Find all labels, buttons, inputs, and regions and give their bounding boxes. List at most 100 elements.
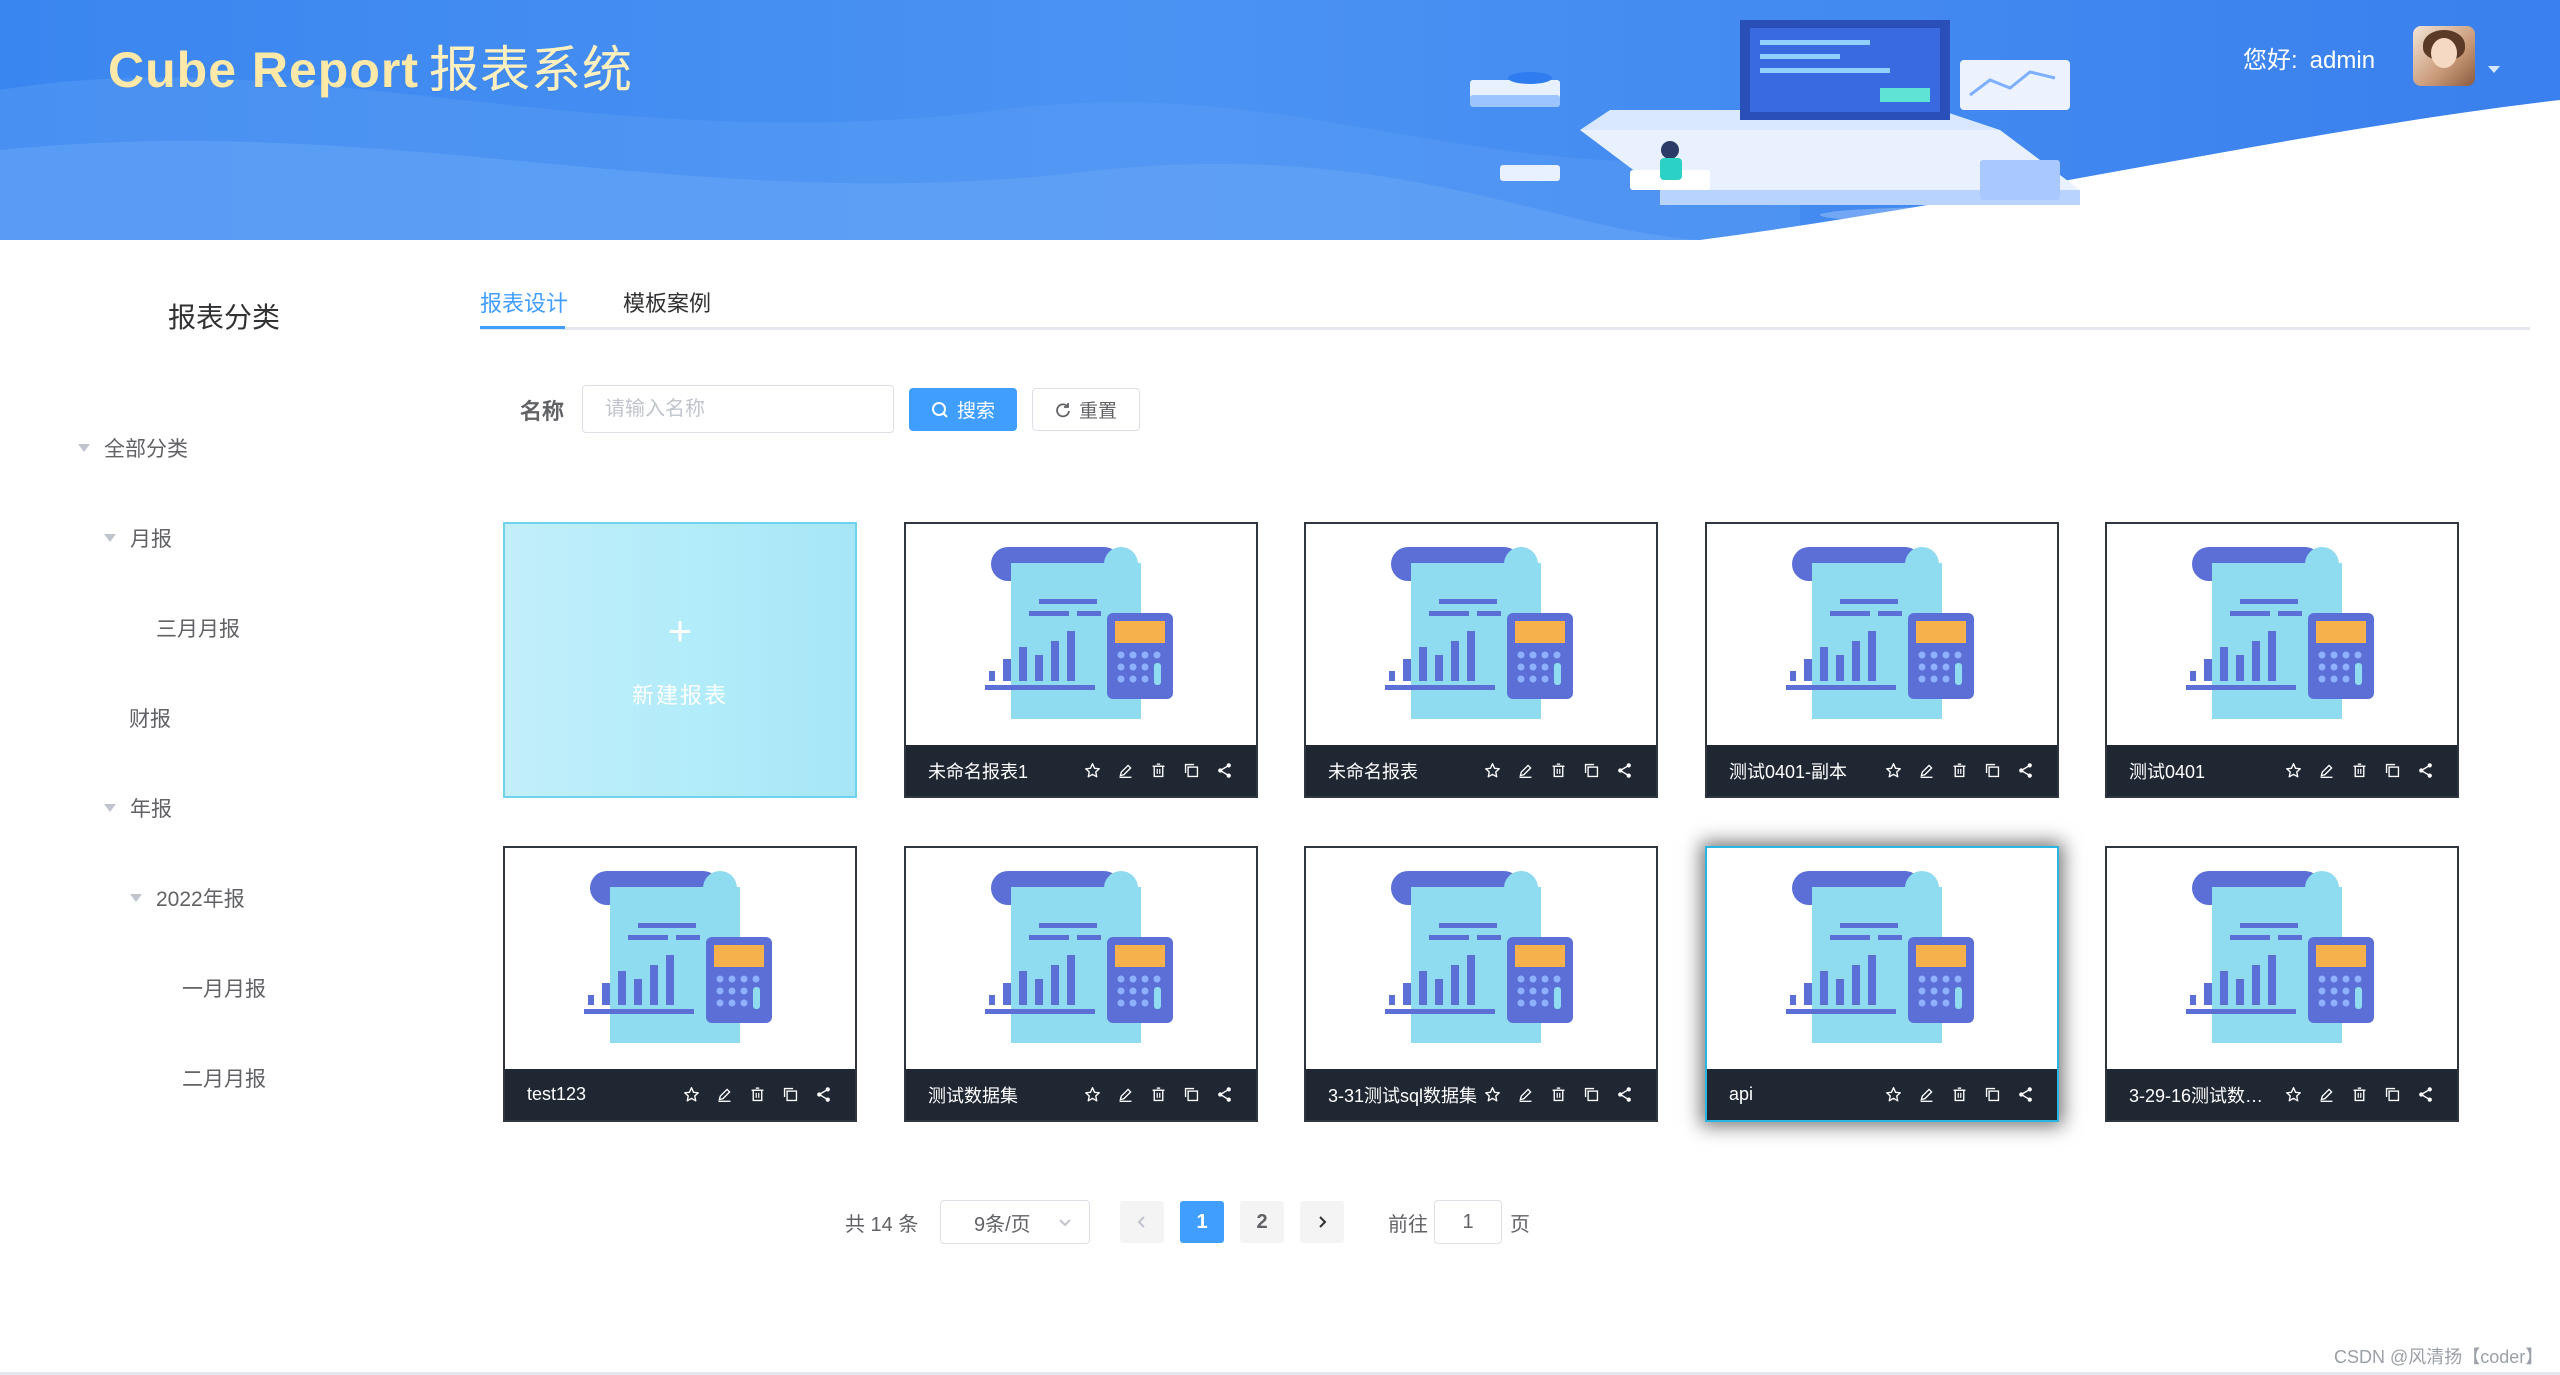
tree-node-finance[interactable]: 财报 [129,705,171,735]
edit-icon[interactable] [2317,761,2336,780]
report-name: api [1729,1084,1754,1104]
star-icon[interactable] [1483,761,1502,780]
avatar[interactable] [2413,26,2475,86]
report-thumbnail[interactable] [1707,848,2057,1069]
share-icon[interactable] [814,1085,833,1104]
next-page-button[interactable] [1300,1201,1344,1243]
report-card[interactable]: 未命名报表1 [904,522,1258,798]
delete-icon[interactable] [1149,761,1168,780]
caret-down-icon[interactable] [130,894,142,903]
report-thumbnail[interactable] [1306,524,1656,745]
plus-icon: + [667,607,693,654]
star-icon[interactable] [2284,1085,2303,1104]
tab-template-cases[interactable]: 模板案例 [623,286,711,318]
edit-icon[interactable] [1516,761,1535,780]
delete-icon[interactable] [1950,761,1969,780]
report-card-footer: 测试数据集 [906,1069,1256,1120]
report-thumbnail[interactable] [2107,848,2457,1069]
delete-icon[interactable] [2350,1085,2369,1104]
star-icon[interactable] [1884,761,1903,780]
tree-node-monthly[interactable]: 月报 [104,525,172,555]
share-icon[interactable] [1215,1085,1234,1104]
chevron-down-icon[interactable] [2488,66,2500,73]
share-icon[interactable] [2016,761,2035,780]
copy-icon[interactable] [1582,761,1601,780]
edit-icon[interactable] [1917,1085,1936,1104]
edit-icon[interactable] [2317,1085,2336,1104]
report-card[interactable]: 3-31测试sql数据集 [1304,846,1658,1122]
tree-node-label: 全部分类 [104,438,188,461]
delete-icon[interactable] [748,1085,767,1104]
new-report-card[interactable]: + 新建报表 [503,522,857,798]
star-icon[interactable] [1884,1085,1903,1104]
delete-icon[interactable] [1549,761,1568,780]
report-card[interactable]: test123 [503,846,857,1122]
copy-icon[interactable] [1182,1085,1201,1104]
star-icon[interactable] [1083,1085,1102,1104]
report-thumbnail[interactable] [505,848,855,1069]
copy-icon[interactable] [1983,761,2002,780]
tree-node-all[interactable]: 全部分类 [78,435,188,465]
edit-icon[interactable] [715,1085,734,1104]
page-button-2[interactable]: 2 [1240,1201,1284,1243]
delete-icon[interactable] [2350,761,2369,780]
copy-icon[interactable] [2383,1085,2402,1104]
caret-down-icon[interactable] [104,534,116,543]
share-icon[interactable] [2016,1085,2035,1104]
tree-node-march[interactable]: 三月月报 [156,615,240,645]
edit-icon[interactable] [1516,1085,1535,1104]
tree-node-february[interactable]: 二月月报 [182,1065,266,1095]
copy-icon[interactable] [1983,1085,2002,1104]
caret-down-icon[interactable] [104,804,116,813]
report-card[interactable]: api [1705,846,2059,1122]
report-thumbnail[interactable] [906,524,1256,745]
copy-icon[interactable] [1582,1085,1601,1104]
delete-icon[interactable] [1950,1085,1969,1104]
star-icon[interactable] [682,1085,701,1104]
tree-node-2022[interactable]: 2022年报 [130,885,245,915]
page-jump-input[interactable] [1434,1200,1502,1244]
report-thumbnail[interactable] [1707,524,2057,745]
delete-icon[interactable] [1549,1085,1568,1104]
report-thumbnail-icon [1786,870,1974,1043]
reset-button[interactable]: 重置 [1032,388,1140,431]
report-thumbnail[interactable] [906,848,1256,1069]
share-icon[interactable] [1615,1085,1634,1104]
share-icon[interactable] [2416,1085,2435,1104]
delete-icon[interactable] [1149,1085,1168,1104]
tab-report-design[interactable]: 报表设计 [480,286,568,318]
copy-icon[interactable] [781,1085,800,1104]
edit-icon[interactable] [1116,1085,1135,1104]
tree-node-annual[interactable]: 年报 [104,795,172,825]
copy-icon[interactable] [1182,761,1201,780]
report-thumbnail[interactable] [2107,524,2457,745]
page-size-select[interactable]: 9条/页 [940,1200,1090,1244]
caret-down-icon[interactable] [78,444,90,453]
report-card-footer: 3-29-16测试数据集 [2107,1069,2457,1120]
edit-icon[interactable] [1917,761,1936,780]
star-icon[interactable] [1083,761,1102,780]
star-icon[interactable] [1483,1085,1502,1104]
tree-node-january[interactable]: 一月月报 [182,975,266,1005]
report-actions [1884,761,2035,780]
share-icon[interactable] [1615,761,1634,780]
copy-icon[interactable] [2383,761,2402,780]
report-card[interactable]: 测试数据集 [904,846,1258,1122]
report-thumbnail-icon [985,870,1173,1043]
report-card[interactable]: 测试0401-副本 [1705,522,2059,798]
report-card[interactable]: 未命名报表 [1304,522,1658,798]
edit-icon[interactable] [1116,761,1135,780]
report-name: 3-31测试sql数据集 [1328,1085,1478,1106]
prev-page-button[interactable] [1120,1201,1164,1243]
search-input[interactable] [582,385,894,433]
search-button[interactable]: 搜索 [909,388,1017,431]
tree-node-label: 2022年报 [156,888,245,911]
report-card[interactable]: 3-29-16测试数据集 [2105,846,2459,1122]
report-thumbnail[interactable] [1306,848,1656,1069]
share-icon[interactable] [2416,761,2435,780]
star-icon[interactable] [2284,761,2303,780]
page-button-1[interactable]: 1 [1180,1201,1224,1243]
share-icon[interactable] [1215,761,1234,780]
report-card[interactable]: 测试0401 [2105,522,2459,798]
report-card-footer: 未命名报表 [1306,745,1656,796]
